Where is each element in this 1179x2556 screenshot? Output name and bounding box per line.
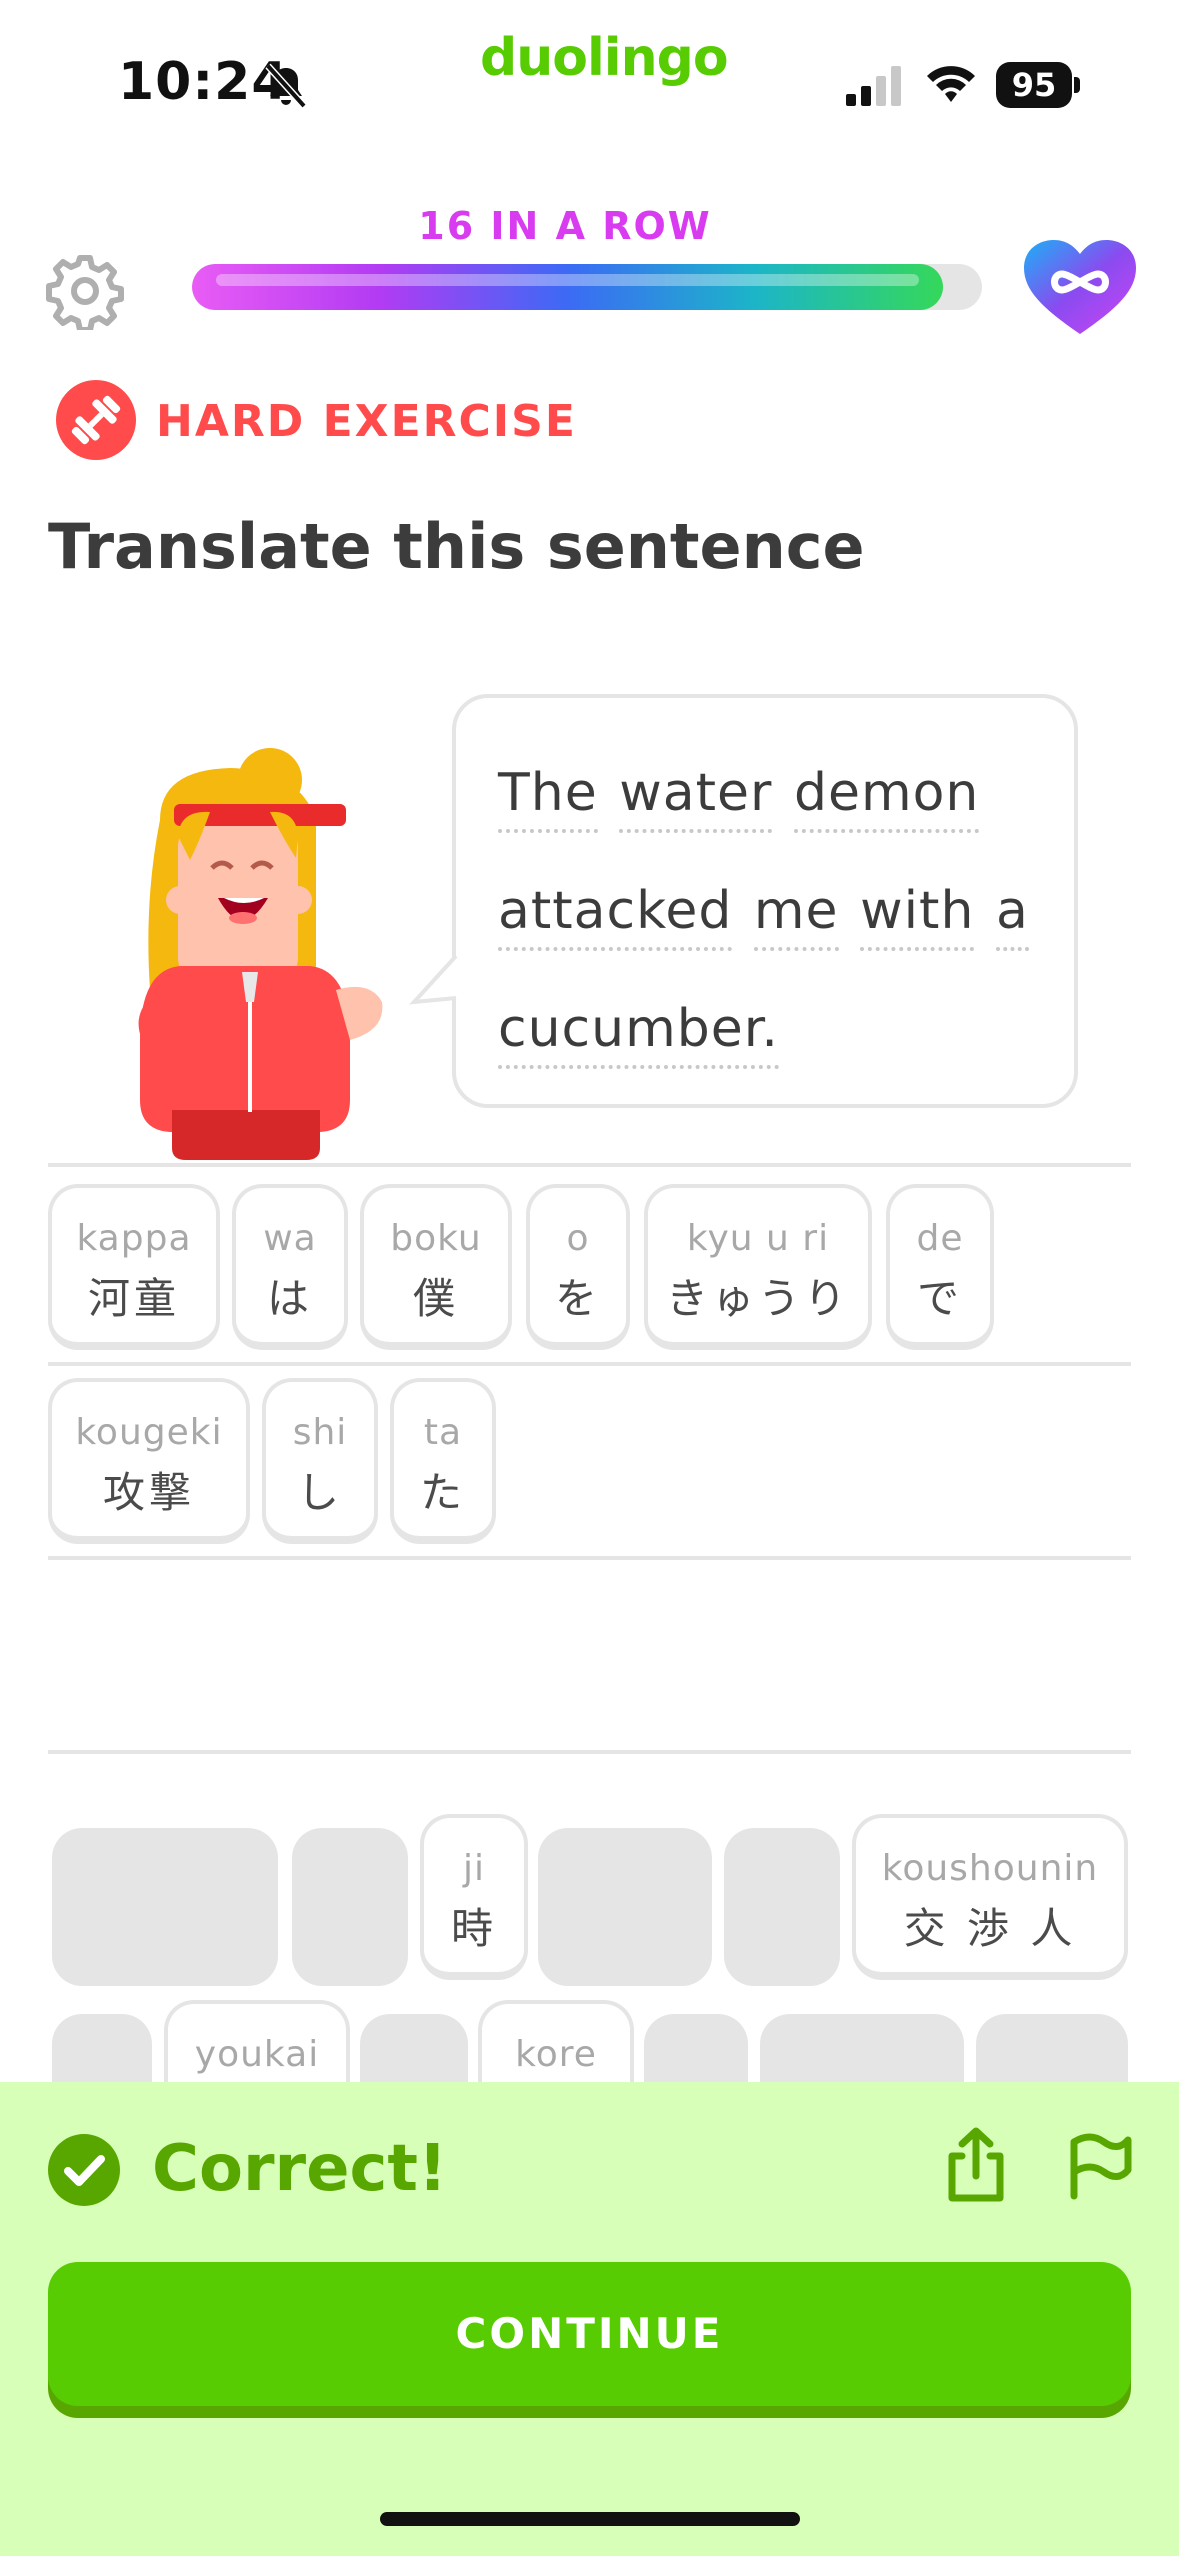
tile-text: きゅうり [665, 1274, 850, 1323]
tile-text: た [419, 1468, 466, 1517]
word-bank-empty-slot [52, 1828, 278, 1986]
sentence-word[interactable]: attacked [498, 881, 733, 951]
tile-romaji: kore [515, 2034, 597, 2075]
silent-bell-icon [265, 63, 307, 109]
tile-text: 交 渉 人 [903, 1904, 1077, 1953]
dumbbell-icon [56, 380, 136, 460]
tile-romaji: shi [292, 1412, 348, 1453]
progress-shine [216, 274, 919, 286]
sentence-word[interactable]: demon [793, 763, 980, 833]
answer-line [48, 1362, 1131, 1366]
tile-romaji: o [566, 1218, 590, 1259]
sentence-word[interactable]: a [995, 881, 1029, 951]
word-bank-empty-slot [538, 1828, 712, 1986]
report-flag-icon[interactable] [1060, 2126, 1136, 2206]
prompt-sentence: The water demon attacked me with a cucum… [498, 734, 1058, 1088]
checkmark-icon [48, 2134, 120, 2206]
wifi-icon [927, 66, 975, 102]
answer-tile[interactable]: ta た [390, 1378, 496, 1544]
answer-tile[interactable]: o を [526, 1184, 630, 1350]
sentence-word[interactable]: water [619, 763, 773, 833]
streak-counter: 16 IN A ROW [418, 204, 712, 248]
tile-romaji: kyu u ri [686, 1218, 830, 1259]
continue-button[interactable]: CONTINUE [48, 2262, 1131, 2406]
share-icon[interactable] [938, 2126, 1014, 2206]
answer-line [48, 1750, 1131, 1754]
tile-text: で [916, 1274, 963, 1323]
duo-character-illustration [138, 748, 383, 1160]
tile-text: し [296, 1468, 343, 1517]
lesson-progress-bar [192, 264, 982, 310]
duolingo-logo: duolingo [480, 28, 729, 88]
word-bank-empty-slot [292, 1828, 408, 1986]
tile-romaji: de [916, 1218, 964, 1259]
sentence-word[interactable]: with [860, 881, 975, 951]
answer-line [48, 1163, 1131, 1167]
progress-fill [192, 264, 943, 310]
answer-tile[interactable]: wa は [232, 1184, 348, 1350]
tile-romaji: kappa [76, 1218, 192, 1259]
sentence-word[interactable]: me [753, 881, 839, 951]
tile-text: 時 [450, 1904, 497, 1953]
tile-romaji: kougeki [75, 1412, 223, 1453]
answer-tile[interactable]: kappa 河童 [48, 1184, 220, 1350]
sentence-word[interactable]: The [498, 763, 598, 833]
word-bank-tile[interactable]: koushounin 交 渉 人 [852, 1814, 1128, 1980]
battery-level: 95 [996, 62, 1072, 108]
answer-line [48, 1556, 1131, 1560]
page-title: Translate this sentence [48, 510, 865, 583]
word-bank-empty-slot [724, 1828, 840, 1986]
tile-text: 河童 [87, 1274, 180, 1323]
home-indicator[interactable] [380, 2512, 800, 2526]
tile-text: 攻撃 [102, 1468, 195, 1517]
tile-romaji: koushounin [881, 1848, 1099, 1889]
battery-indicator: 95 [996, 62, 1080, 108]
sentence-word[interactable]: cucumber. [498, 999, 779, 1069]
tile-text: を [554, 1274, 601, 1323]
tile-romaji: boku [390, 1218, 482, 1259]
tile-romaji: youkai [194, 2034, 320, 2075]
difficulty-label: HARD EXERCISE [156, 396, 577, 447]
answer-tile[interactable]: de で [886, 1184, 994, 1350]
answer-tile[interactable]: kougeki 攻撃 [48, 1378, 250, 1544]
gear-icon[interactable] [46, 252, 124, 330]
tile-text: は [266, 1274, 313, 1323]
word-bank-tile[interactable]: ji 時 [420, 1814, 528, 1980]
tile-text: 僕 [412, 1274, 459, 1323]
answer-tile[interactable]: shi し [262, 1378, 378, 1544]
answer-tile[interactable]: kyu u ri きゅうり [644, 1184, 872, 1350]
tile-romaji: wa [263, 1218, 317, 1259]
tile-romaji: ta [423, 1412, 463, 1453]
result-text: Correct! [152, 2132, 448, 2206]
infinity-heart-icon[interactable] [1022, 238, 1138, 338]
cellular-signal-icon [846, 66, 901, 106]
speech-bubble-tail [409, 954, 458, 1005]
answer-tile[interactable]: boku 僕 [360, 1184, 512, 1350]
tile-romaji: ji [462, 1848, 485, 1889]
